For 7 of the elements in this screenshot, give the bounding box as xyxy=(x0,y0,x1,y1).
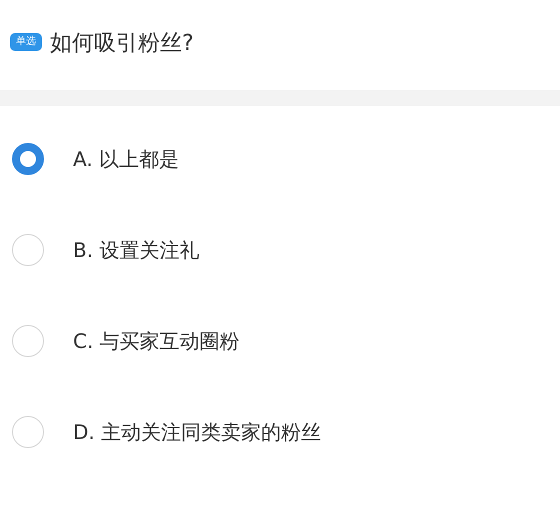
option-label: B. 设置关注礼 xyxy=(73,237,200,264)
question-text: 如何吸引粉丝? xyxy=(50,30,194,58)
option-label: C. 与买家互动圈粉 xyxy=(73,328,240,355)
option-label: A. 以上都是 xyxy=(73,146,180,173)
option-label: D. 主动关注同类卖家的粉丝 xyxy=(73,419,322,446)
single-choice-badge: 单选 xyxy=(10,33,42,51)
radio-button[interactable] xyxy=(12,143,44,175)
